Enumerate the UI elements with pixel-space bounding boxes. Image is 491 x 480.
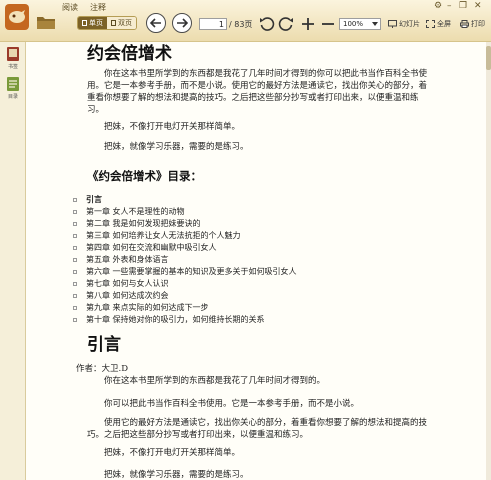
toc-item[interactable]: 第五章 外表和身体语言 <box>73 254 169 265</box>
bullet-icon <box>73 197 77 202</box>
single-page-icon <box>82 20 87 26</box>
toc-item[interactable]: 第六章 一些需要掌握的基本的知识及更多关于如何吸引女人 <box>73 266 297 277</box>
toc-item-label: 第二章 我是如何发现把妹要诀的 <box>86 219 201 228</box>
fullscreen-label: 全屏 <box>437 20 451 28</box>
menu-tab-annotate[interactable]: 注释 <box>90 2 106 13</box>
bookmark-icon <box>7 47 19 61</box>
toc-item-label: 第三章 如何培养让女人无法抗拒的个人魅力 <box>86 231 241 240</box>
double-page-icon <box>111 20 116 26</box>
next-page-button[interactable] <box>172 13 192 33</box>
section-title: 引言 <box>87 335 121 355</box>
fullscreen-button[interactable]: 全屏 <box>426 19 451 29</box>
intro-paragraph: 把妹，不像打开电灯开关那样简单。 <box>104 122 241 132</box>
sidebar-item-label: 目录 <box>7 94 18 100</box>
intro-paragraph: 把妹，就像学习乐器，需要的是练习。 <box>104 142 249 152</box>
zoom-in-icon[interactable] <box>299 15 317 33</box>
top-toolbar: 阅读 注释 ⚙ – ❐ ✕ 单页 双页 / 83页 <box>0 0 491 42</box>
toc-item[interactable]: 第一章 女人不是理性的动物 <box>73 206 185 217</box>
toc-item-label: 第十章 保持她对你的吸引力，如何维持长期的关系 <box>86 315 265 324</box>
zoom-select[interactable]: 100% <box>339 18 381 30</box>
bullet-icon <box>73 293 77 298</box>
author-line: 作者：大卫.D <box>76 364 129 374</box>
toc-item-label: 第五章 外表和身体语言 <box>86 255 169 264</box>
single-page-button[interactable]: 单页 <box>78 17 107 29</box>
table-of-contents-icon <box>7 77 19 91</box>
fullscreen-icon <box>426 20 435 28</box>
rotate-right-icon[interactable] <box>277 15 295 33</box>
open-folder-icon[interactable] <box>36 14 56 30</box>
toc-item[interactable]: 第七章 如何与女人认识 <box>73 278 169 289</box>
toc-item-label: 第九章 来点实际的如何达成下一步 <box>86 303 209 312</box>
toc-item-label: 第七章 如何与女人认识 <box>86 279 169 288</box>
toc-item-label: 引言 <box>86 194 102 204</box>
toc-item[interactable]: 第二章 我是如何发现把妹要诀的 <box>73 218 201 229</box>
print-label: 打印 <box>471 20 485 28</box>
document-viewer[interactable]: 约会倍增术 你在这本书里所学到的东西都是我花了几年时间才得到的你可以把此书当作百… <box>27 42 486 480</box>
toc-item[interactable]: 引言 <box>73 194 102 205</box>
sidebar-item-bookmarks[interactable]: 书签 <box>1 46 25 74</box>
printer-icon <box>460 20 469 28</box>
bullet-icon <box>73 281 77 286</box>
close-icon[interactable]: ✕ <box>474 1 482 11</box>
zoom-value: 100% <box>343 20 364 28</box>
section-paragraph: 把妹，就像学习乐器，需要的是练习。 <box>104 470 249 480</box>
single-page-label: 单页 <box>89 19 103 27</box>
toc-item[interactable]: 第九章 来点实际的如何达成下一步 <box>73 302 209 313</box>
toc-item-label: 第八章 如何达成次约会 <box>86 291 169 300</box>
page-total-label: / 83页 <box>229 20 253 29</box>
toc-item[interactable]: 第十章 保持她对你的吸引力，如何维持长期的关系 <box>73 314 265 325</box>
bullet-icon <box>73 257 77 262</box>
rotate-left-icon[interactable] <box>258 15 276 33</box>
chevron-down-icon <box>372 22 378 26</box>
bullet-icon <box>73 221 77 226</box>
sidebar: 书签 目录 <box>0 42 26 480</box>
section-paragraph: 把妹，不像打开电灯开关那样简单。 <box>104 448 241 458</box>
toc-item[interactable]: 第八章 如何达成次约会 <box>73 290 169 301</box>
view-mode-group: 单页 双页 <box>77 16 137 30</box>
bullet-icon <box>73 269 77 274</box>
bullet-icon <box>73 305 77 310</box>
double-page-button[interactable]: 双页 <box>107 17 136 29</box>
minimize-icon[interactable]: – <box>447 1 452 11</box>
restore-icon[interactable]: ❐ <box>459 1 467 11</box>
toc-item-label: 第四章 如何在交流和幽默中吸引女人 <box>86 243 217 252</box>
bullet-icon <box>73 209 77 214</box>
toc-item-label: 第六章 一些需要掌握的基本的知识及更多关于如何吸引女人 <box>86 267 297 276</box>
doc-title: 约会倍增术 <box>87 44 172 64</box>
zoom-out-icon[interactable] <box>319 15 337 33</box>
previous-page-button[interactable] <box>146 13 166 33</box>
sidebar-item-label: 书签 <box>7 64 18 70</box>
section-paragraph: 使用它的最好方法是通读它，找出你关心的部分，着重看你想要了解的想法和提高的技巧。… <box>87 418 428 440</box>
settings-icon[interactable]: ⚙ <box>434 1 442 11</box>
toc-item[interactable]: 第三章 如何培养让女人无法抗拒的个人魅力 <box>73 230 241 241</box>
bullet-icon <box>73 233 77 238</box>
toc-item[interactable]: 第四章 如何在交流和幽默中吸引女人 <box>73 242 217 253</box>
slideshow-label: 幻灯片 <box>399 20 420 28</box>
page-number-input[interactable] <box>199 18 227 30</box>
menu-tab-read[interactable]: 阅读 <box>62 2 78 13</box>
app-logo-icon <box>5 4 29 30</box>
section-paragraph: 你在这本书里所学到的东西都是我花了几年时间才得到的。 <box>104 376 326 386</box>
scrollbar-thumb[interactable] <box>486 46 491 70</box>
arrow-left-icon <box>150 18 161 28</box>
intro-paragraph: 你在这本书里所学到的东西都是我花了几年时间才得到的你可以把此书当作百科全书使用。… <box>87 69 428 115</box>
slideshow-icon <box>388 20 397 28</box>
toc-heading: 《约会倍增术》目录： <box>87 169 202 183</box>
sidebar-item-contents[interactable]: 目录 <box>1 76 25 104</box>
arrow-right-icon <box>177 18 188 28</box>
print-button[interactable]: 打印 <box>460 19 485 29</box>
slideshow-button[interactable]: 幻灯片 <box>388 19 420 29</box>
vertical-scrollbar[interactable] <box>486 42 491 480</box>
double-page-label: 双页 <box>118 19 132 27</box>
section-paragraph: 你可以把此书当作百科全书使用。它是一本参考手册，而不是小说。 <box>104 399 360 409</box>
toc-item-label: 第一章 女人不是理性的动物 <box>86 207 185 216</box>
bullet-icon <box>73 317 77 322</box>
bullet-icon <box>73 245 77 250</box>
